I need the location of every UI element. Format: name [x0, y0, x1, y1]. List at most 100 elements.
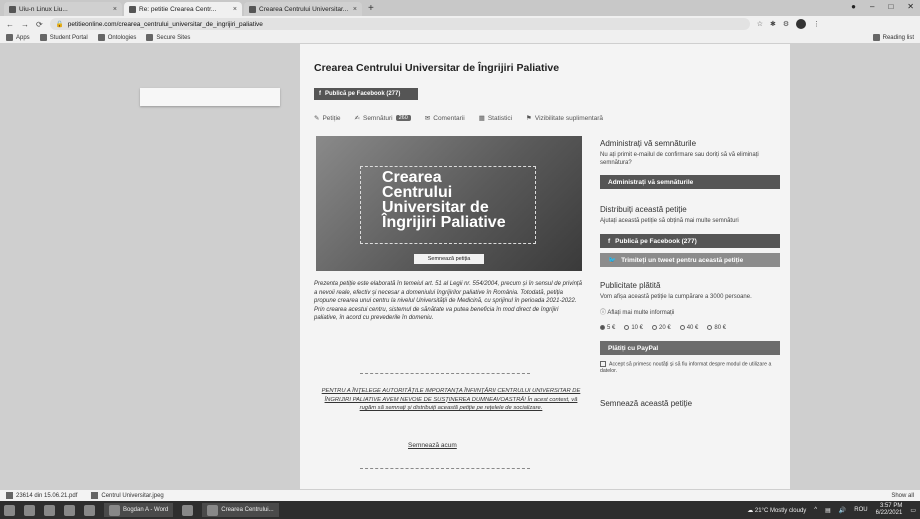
- file-explorer-icon[interactable]: [84, 504, 95, 516]
- hero-sign-button[interactable]: Semnează petiția: [414, 254, 484, 264]
- outlook-icon[interactable]: [182, 504, 194, 516]
- menu-icon[interactable]: ⋮: [813, 20, 820, 28]
- notifications-icon[interactable]: ▭: [910, 507, 916, 514]
- amount-option[interactable]: 80 €: [707, 325, 726, 331]
- tab-favicon-icon: [249, 5, 256, 13]
- account-icon[interactable]: ●: [851, 2, 856, 11]
- taskbar: Bogdan A - Word Crearea Centrului... ☁ 2…: [0, 501, 920, 519]
- petition-email-link[interactable]: Semnează acum: [408, 442, 457, 449]
- petition-callout[interactable]: PENTRU A ÎNȚELEGE AUTORITĂȚILE IMPORTANȚ…: [320, 387, 582, 413]
- pencil-icon: ✎: [314, 115, 320, 122]
- task-view-icon[interactable]: [44, 504, 55, 516]
- download-item-image[interactable]: Centrul Universitar.jpeg: [91, 492, 164, 499]
- facebook-share-button[interactable]: f Publică pe Facebook (277): [314, 88, 418, 100]
- new-tab-button[interactable]: +: [368, 3, 374, 14]
- browser-tab-3[interactable]: Crearea Centrului Universitar... ×: [244, 2, 362, 16]
- taskbar-clock[interactable]: 3:57 PM 6/22/2021: [876, 503, 903, 517]
- bookmark-reading-list[interactable]: Reading list: [872, 34, 914, 41]
- page-viewport: Crearea Centrului Universitar de Îngriji…: [0, 44, 920, 489]
- share-title: Distribuiți această petiție: [600, 205, 687, 214]
- amount-option[interactable]: 20 €: [652, 325, 671, 331]
- download-item-pdf[interactable]: 23614 din 15.06.21.pdf: [6, 492, 77, 499]
- sidebar-facebook-button[interactable]: f Publică pe Facebook (277): [600, 234, 780, 248]
- close-window-button[interactable]: ✕: [907, 2, 914, 11]
- tab-favicon-icon: [129, 5, 136, 13]
- forward-icon[interactable]: →: [21, 20, 29, 29]
- search-icon[interactable]: [24, 504, 35, 516]
- bookmark-apps[interactable]: Apps: [6, 34, 30, 41]
- paypal-button[interactable]: Plătiți cu PayPal: [600, 341, 780, 356]
- bookmark-star-icon[interactable]: ☆: [757, 20, 763, 28]
- bookmark-student-portal[interactable]: Student Portal: [39, 34, 88, 41]
- tab-comments[interactable]: ✉ Comentarii: [424, 114, 465, 123]
- admin-signatures-button[interactable]: Administrați vă semnăturile: [600, 175, 780, 189]
- chrome-icon[interactable]: [64, 504, 75, 516]
- taskbar-app-word[interactable]: Bogdan A - Word: [104, 503, 174, 517]
- tab-label: Crearea Centrului Universitar...: [259, 5, 349, 13]
- share-text: Ajutați această petiție să obțină mai mu…: [600, 218, 739, 224]
- amount-option[interactable]: 40 €: [679, 325, 698, 331]
- downloads-bar: 23614 din 15.06.21.pdf Centrul Universit…: [0, 489, 920, 501]
- tab-label: Re: petitie Crearea Centr...: [139, 5, 217, 13]
- twitter-icon: 🐦: [608, 257, 617, 264]
- radio-icon: [624, 325, 630, 330]
- tab-statistics[interactable]: ▦ Statistici: [478, 114, 512, 123]
- browser-tab-1[interactable]: Uiu-n Linux Liu... ×: [4, 2, 122, 16]
- close-icon[interactable]: ×: [233, 6, 237, 13]
- taskbar-app-browser[interactable]: Crearea Centrului...: [202, 503, 279, 517]
- weather-widget[interactable]: ☁ 21°C Mostly cloudy: [747, 507, 806, 514]
- promo-text: Vom afișa această petiție la cumpărare a…: [600, 294, 752, 300]
- window-controls: ● – □ ✕: [851, 2, 914, 11]
- tray-arrow-icon[interactable]: ^: [814, 507, 817, 513]
- hero-title: Crearea Centrului Universitar de Îngriji…: [382, 169, 506, 231]
- network-icon[interactable]: ▤: [825, 507, 831, 514]
- maximize-button[interactable]: □: [888, 2, 893, 11]
- comments-icon: ✉: [424, 115, 431, 122]
- reload-icon[interactable]: ⟳: [36, 20, 43, 29]
- back-icon[interactable]: ←: [6, 20, 14, 29]
- promo-info-link[interactable]: ⓘ Aflați mai multe informații: [600, 309, 780, 317]
- tab-petition[interactable]: ✎ Petiție: [314, 114, 341, 123]
- address-bar[interactable]: 🔒 petitieonline.com/crearea_centrului_un…: [49, 18, 750, 30]
- volume-icon[interactable]: 🔊: [839, 507, 846, 514]
- extension-icon[interactable]: ⚙: [783, 20, 789, 28]
- signature-count-badge: 260: [395, 115, 411, 121]
- admin-title: Administrați vă semnăturile: [600, 139, 697, 148]
- avatar[interactable]: [796, 19, 807, 29]
- divider: [360, 468, 530, 469]
- tab-label: Uiu-n Linux Liu...: [19, 5, 68, 13]
- petition-hero-image: Crearea Centrului Universitar de Îngriji…: [316, 136, 582, 271]
- image-icon: [91, 492, 99, 499]
- language-indicator[interactable]: ROU: [854, 507, 867, 513]
- bookmark-ontologies[interactable]: Ontologies: [97, 34, 136, 41]
- bookmark-secure[interactable]: Secure Sites: [146, 34, 190, 41]
- promo-consent[interactable]: Accept să primesc noutăți și să fiu info…: [600, 361, 780, 375]
- tab-favicon-icon: [9, 5, 16, 13]
- word-icon: [109, 504, 120, 516]
- radio-icon: [679, 325, 685, 330]
- stats-icon: ▦: [478, 115, 485, 122]
- sidebar-twitter-button[interactable]: 🐦 Trimiteți un tweet pentru această peti…: [600, 253, 780, 267]
- extensions-icon[interactable]: ✱: [770, 20, 776, 28]
- promo-amounts: 5 € 10 € 20 € 40 € 80 €: [600, 325, 780, 331]
- amount-option[interactable]: 5 €: [600, 325, 615, 331]
- browser-tab-2[interactable]: Re: petitie Crearea Centr... ×: [124, 2, 242, 16]
- show-all-button[interactable]: Show all: [891, 493, 914, 499]
- minimize-button[interactable]: –: [870, 2, 874, 11]
- facebook-icon: f: [608, 237, 611, 245]
- browser-toolbar: ← → ⟳ 🔒 petitieonline.com/crearea_centru…: [0, 16, 920, 32]
- bookmark-icon: [39, 34, 47, 41]
- page-title: Crearea Centrului Universitar de Îngriji…: [314, 62, 560, 74]
- autocomplete-dropdown[interactable]: [140, 88, 280, 106]
- address-bar-url: petitieonline.com/crearea_centrului_univ…: [67, 20, 263, 28]
- sign-title: Semnează această petiție: [600, 399, 693, 409]
- tab-visibility[interactable]: ⚑ Vizibilitate suplimentară: [526, 114, 603, 123]
- cloud-icon: ☁: [747, 507, 755, 514]
- petition-tabs: ✎ Petiție ✍ Semnături 260 ✉ Comentarii ▦ Stat…: [314, 114, 603, 123]
- close-icon[interactable]: ×: [353, 6, 357, 13]
- tab-signatures[interactable]: ✍ Semnături 260: [355, 114, 411, 122]
- windows-start-icon[interactable]: [4, 504, 15, 516]
- close-icon[interactable]: ×: [113, 6, 117, 13]
- petition-sidebar: Administrați vă semnăturile Nu ați primi…: [600, 139, 780, 411]
- amount-option[interactable]: 10 €: [624, 325, 643, 331]
